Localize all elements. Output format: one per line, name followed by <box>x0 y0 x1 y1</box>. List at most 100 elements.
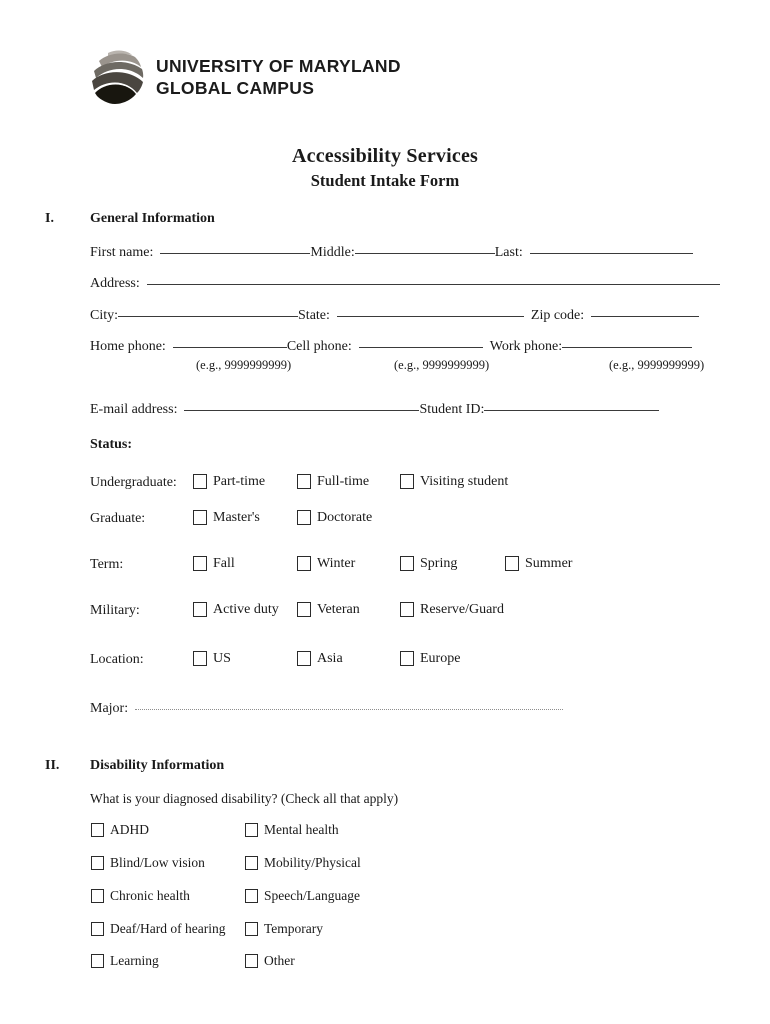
checkbox-box[interactable] <box>193 602 207 617</box>
address-input[interactable] <box>146 284 720 285</box>
work-phone-hint: (e.g., 9999999999) <box>609 358 705 372</box>
cell-phone-input[interactable] <box>358 347 483 348</box>
checkbox-box[interactable] <box>297 602 311 617</box>
first-name-label: First name: <box>90 245 154 260</box>
state-input[interactable] <box>336 316 524 317</box>
military-label: Military: <box>90 603 140 618</box>
checkbox-label: Mental health <box>264 822 339 837</box>
logo-line-2: GLOBAL CAMPUS <box>156 78 315 98</box>
checkbox-box[interactable] <box>245 922 258 936</box>
checkbox-box[interactable] <box>297 556 311 571</box>
checkbox-box[interactable] <box>193 556 207 571</box>
checkbox-label: Other <box>264 953 295 968</box>
checkbox-label: Fall <box>213 555 235 571</box>
checkbox-label: ADHD <box>110 822 149 837</box>
checkbox-box[interactable] <box>297 510 311 525</box>
checkbox-asia[interactable]: Asia <box>297 651 343 666</box>
umgc-globe-logo-icon <box>92 50 144 104</box>
checkbox-speech-language[interactable]: Speech/Language <box>245 888 360 904</box>
checkbox-mental-health[interactable]: Mental health <box>245 822 339 838</box>
checkbox-reserve-guard[interactable]: Reserve/Guard <box>400 602 504 617</box>
section-numeral-1: I. <box>45 211 54 226</box>
checkbox-box[interactable] <box>400 651 414 666</box>
city-input[interactable] <box>118 316 299 317</box>
checkbox-winter[interactable]: Winter <box>297 556 355 571</box>
email-input[interactable] <box>184 410 420 411</box>
checkbox-box[interactable] <box>245 856 258 870</box>
checkbox-mobility-physical[interactable]: Mobility/Physical <box>245 855 361 871</box>
checkbox-label: Spring <box>420 555 458 571</box>
checkbox-label: Summer <box>525 555 573 571</box>
checkbox-label: Blind/Low vision <box>110 855 205 870</box>
checkbox-box[interactable] <box>91 823 104 837</box>
checkbox-label: Visiting student <box>420 473 509 489</box>
checkbox-other[interactable]: Other <box>245 953 295 969</box>
checkbox-box[interactable] <box>245 823 258 837</box>
zip-code-input[interactable] <box>591 316 700 317</box>
logo-line-1: UNIVERSITY OF MARYLAND <box>156 55 401 76</box>
work-phone-label: Work phone: <box>489 339 563 354</box>
graduate-label: Graduate: <box>90 511 146 526</box>
checkbox-label: Master's <box>213 509 260 525</box>
checkbox-label: Learning <box>110 953 159 968</box>
checkbox-box[interactable] <box>505 556 519 571</box>
checkbox-fall[interactable]: Fall <box>193 556 235 571</box>
section-heading-disability-information: Disability Information <box>90 758 225 773</box>
checkbox-learning[interactable]: Learning <box>91 953 159 969</box>
home-phone-input[interactable] <box>172 347 287 348</box>
student-id-input[interactable] <box>484 410 660 411</box>
checkbox-summer[interactable]: Summer <box>505 556 572 571</box>
checkbox-masters[interactable]: Master's <box>193 510 260 525</box>
checkbox-box[interactable] <box>400 474 414 489</box>
section-heading-general-information: General Information <box>90 211 215 226</box>
checkbox-doctorate[interactable]: Doctorate <box>297 510 372 525</box>
home-phone-label: Home phone: <box>90 339 166 354</box>
undergraduate-label: Undergraduate: <box>90 475 177 490</box>
checkbox-box[interactable] <box>91 922 104 936</box>
major-input[interactable] <box>135 709 564 710</box>
checkbox-chronic-health[interactable]: Chronic health <box>91 888 190 904</box>
checkbox-box[interactable] <box>193 474 207 489</box>
disability-question: What is your diagnosed disability? (Chec… <box>90 791 399 806</box>
checkbox-box[interactable] <box>400 602 414 617</box>
checkbox-part-time[interactable]: Part-time <box>193 474 265 489</box>
checkbox-box[interactable] <box>91 856 104 870</box>
checkbox-adhd[interactable]: ADHD <box>91 822 149 838</box>
checkbox-box[interactable] <box>245 954 258 968</box>
checkbox-deaf-hard-of-hearing[interactable]: Deaf/Hard of hearing <box>91 921 225 937</box>
checkbox-us[interactable]: US <box>193 651 231 666</box>
checkbox-europe[interactable]: Europe <box>400 651 460 666</box>
major-row: Major: <box>90 701 564 717</box>
checkbox-box[interactable] <box>91 889 104 903</box>
checkbox-box[interactable] <box>193 651 207 666</box>
cell-phone-hint: (e.g., 9999999999) <box>394 358 490 372</box>
checkbox-label: Deaf/Hard of hearing <box>110 921 226 936</box>
work-phone-input[interactable] <box>562 347 693 348</box>
checkbox-box[interactable] <box>193 510 207 525</box>
home-phone-hint: (e.g., 9999999999) <box>196 358 292 372</box>
first-name-input[interactable] <box>160 253 311 254</box>
checkbox-veteran[interactable]: Veteran <box>297 602 360 617</box>
document-page: UNIVERSITY OF MARYLAND GLOBAL CAMPUS Acc… <box>0 0 770 1024</box>
middle-name-input[interactable] <box>354 253 495 254</box>
checkbox-spring[interactable]: Spring <box>400 556 457 571</box>
checkbox-temporary[interactable]: Temporary <box>245 921 323 937</box>
checkbox-box[interactable] <box>297 651 311 666</box>
checkbox-label: Active duty <box>213 601 279 617</box>
checkbox-box[interactable] <box>91 954 104 968</box>
logo-wordmark: UNIVERSITY OF MARYLAND GLOBAL CAMPUS <box>156 55 401 100</box>
checkbox-visiting-student[interactable]: Visiting student <box>400 474 508 489</box>
checkbox-box[interactable] <box>245 889 258 903</box>
checkbox-blind-low-vision[interactable]: Blind/Low vision <box>91 855 205 871</box>
checkbox-active-duty[interactable]: Active duty <box>193 602 279 617</box>
checkbox-full-time[interactable]: Full-time <box>297 474 369 489</box>
term-label: Term: <box>90 557 124 572</box>
last-name-input[interactable] <box>529 253 693 254</box>
page-subtitle: Student Intake Form <box>310 171 460 190</box>
checkbox-label: Veteran <box>317 601 360 617</box>
state-label: State: <box>298 308 330 323</box>
phone-row: Home phone: Cell phone: Work phone: <box>90 339 693 355</box>
checkbox-box[interactable] <box>400 556 414 571</box>
checkbox-box[interactable] <box>297 474 311 489</box>
city-label: City: <box>90 308 119 323</box>
